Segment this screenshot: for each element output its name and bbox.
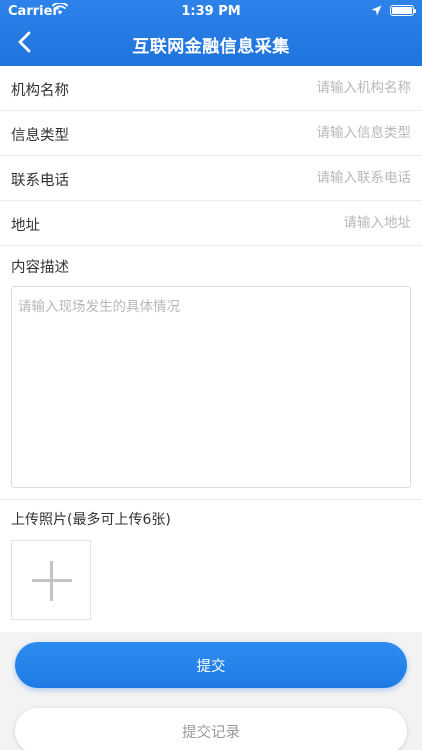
description-textarea[interactable]: [11, 286, 411, 488]
page-title: 互联网金融信息采集: [132, 37, 290, 57]
add-photo-button[interactable]: [11, 540, 91, 620]
upload-photos-label: 上传照片(最多可上传6张): [11, 512, 171, 528]
submission-records-button[interactable]: 提交记录: [15, 708, 407, 750]
location-arrow-icon: [371, 5, 382, 20]
nav-bar: 互联网金融信息采集: [0, 22, 422, 66]
form-row-info-type: 信息类型: [0, 111, 422, 156]
description-label: 内容描述: [11, 260, 69, 276]
form-row-institution: 机构名称: [0, 66, 422, 111]
app-header: Carrier 1:39 PM 互联网金融信息采集: [0, 0, 422, 66]
form-row-address: 地址: [0, 201, 422, 246]
institution-name-label: 机构名称: [11, 83, 69, 99]
address-input[interactable]: [211, 212, 411, 234]
status-time: 1:39 PM: [181, 4, 241, 19]
address-label: 地址: [11, 218, 40, 234]
institution-name-input[interactable]: [211, 77, 411, 99]
divider: [0, 499, 422, 500]
info-type-input[interactable]: [211, 122, 411, 144]
phone-label: 联系电话: [11, 173, 69, 189]
info-type-label: 信息类型: [11, 128, 69, 144]
form-row-phone: 联系电话: [0, 156, 422, 201]
submit-button[interactable]: 提交: [15, 642, 407, 688]
battery-icon: [390, 5, 416, 16]
status-bar: Carrier 1:39 PM: [0, 0, 422, 22]
phone-input[interactable]: [211, 167, 411, 189]
